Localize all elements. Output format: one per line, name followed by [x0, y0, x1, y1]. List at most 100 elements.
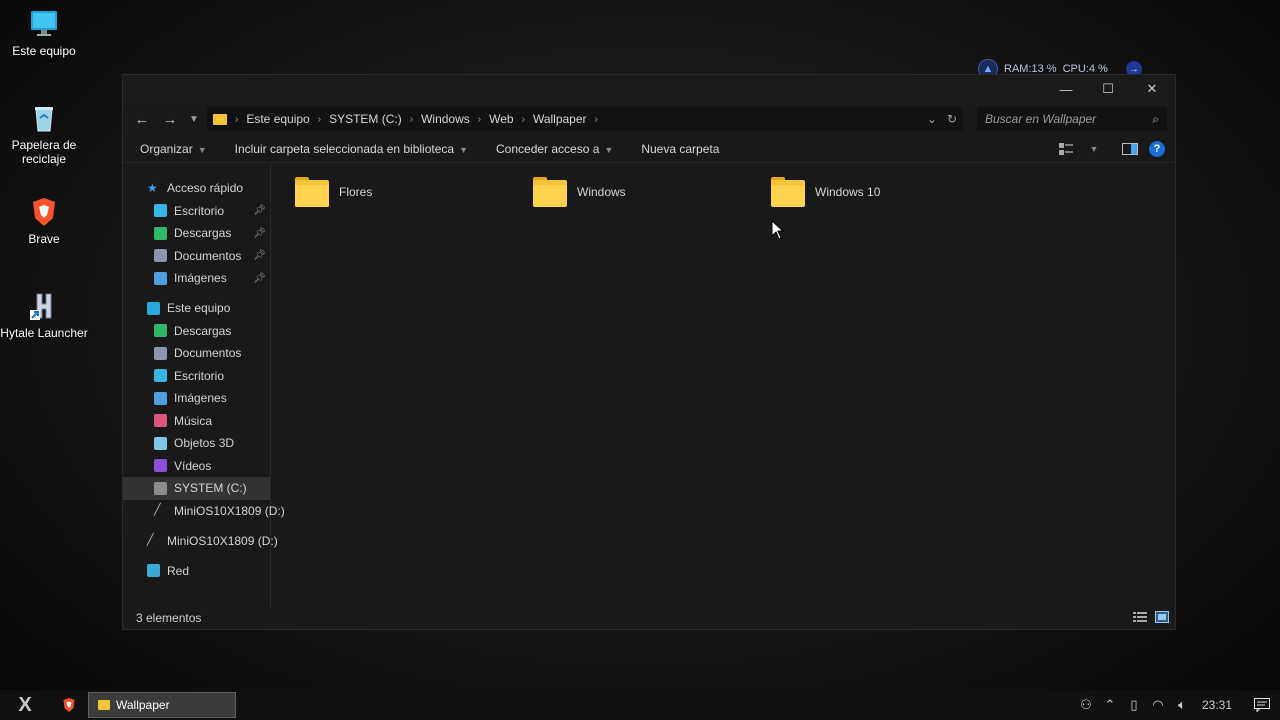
maximize-button[interactable]: ☐: [1087, 75, 1129, 103]
nav-label: MiniOS10X1809 (D:): [174, 503, 285, 518]
close-button[interactable]: ✕: [1131, 75, 1173, 103]
nav-quick-downloads[interactable]: Descargas 📌︎: [123, 222, 270, 245]
folder-item[interactable]: Windows: [533, 177, 626, 207]
nav-pc-pictures[interactable]: Imágenes: [123, 387, 270, 410]
item-count: 3 elementos: [136, 611, 202, 625]
taskbar-window-label: Wallpaper: [116, 698, 170, 712]
breadcrumb-item[interactable]: SYSTEM (C:): [329, 112, 402, 126]
desktop-icon-this-pc[interactable]: Este equipo: [0, 8, 88, 58]
share-button[interactable]: Conceder acceso a ▼: [496, 142, 613, 156]
breadcrumb-item[interactable]: Wallpaper: [533, 112, 587, 126]
breadcrumb-item[interactable]: Windows: [421, 112, 470, 126]
usb-drive-icon: ╱: [154, 504, 161, 517]
folder-item[interactable]: Flores: [295, 177, 372, 207]
file-list[interactable]: Flores Windows Windows 10: [271, 163, 1175, 607]
chevron-right-icon[interactable]: ›: [318, 114, 321, 125]
desktop-icon-label: Hytale Launcher: [0, 326, 88, 340]
breadcrumb-item[interactable]: Web: [489, 112, 513, 126]
start-button[interactable]: X: [0, 690, 50, 720]
nav-network[interactable]: Red: [123, 560, 270, 583]
address-row: ← → ▼ › Este equipo › SYSTEM (C:) › Wind…: [123, 103, 1175, 135]
nav-label: Objetos 3D: [174, 436, 235, 451]
chevron-right-icon[interactable]: ›: [235, 114, 238, 125]
folder-name: Windows 10: [815, 185, 881, 199]
notification-center-icon[interactable]: [1244, 698, 1280, 712]
network-icon: [147, 564, 160, 578]
search-box[interactable]: Buscar en Wallpaper ⌕: [977, 107, 1167, 131]
taskbar-window-wallpaper[interactable]: Wallpaper: [88, 692, 236, 718]
chevron-right-icon[interactable]: ›: [478, 114, 481, 125]
nav-pc-downloads[interactable]: Descargas: [123, 320, 270, 343]
new-folder-button[interactable]: Nueva carpeta: [641, 142, 719, 156]
address-bar[interactable]: › Este equipo › SYSTEM (C:) › Windows › …: [207, 107, 963, 131]
share-label: Conceder acceso a: [496, 141, 600, 156]
recycle-bin-icon: [35, 107, 53, 132]
folder-icon: [771, 177, 805, 207]
chevron-right-icon[interactable]: ›: [595, 114, 598, 125]
nav-pc-system-c[interactable]: SYSTEM (C:): [123, 477, 270, 500]
nav-pc-music[interactable]: Música: [123, 410, 270, 433]
refresh-icon[interactable]: ↻: [947, 112, 957, 126]
clock[interactable]: 23:31: [1194, 698, 1244, 712]
usb-drive-icon: ╱: [147, 534, 154, 547]
desktop-icon-brave[interactable]: Brave: [0, 196, 88, 246]
volume-icon[interactable]: 🔈︎: [1170, 690, 1194, 720]
brave-taskbar-icon[interactable]: [50, 690, 88, 720]
nav-pc-documents[interactable]: Documentos: [123, 342, 270, 365]
chevron-right-icon[interactable]: ›: [410, 114, 413, 125]
nav-label: Red: [167, 563, 190, 578]
desktop-icon-recycle-bin[interactable]: Papelera de reciclaje: [0, 102, 88, 166]
desktop-icon: [154, 204, 167, 218]
pin-icon[interactable]: 📌︎: [253, 205, 266, 216]
large-icons-view-icon[interactable]: [1155, 611, 1169, 623]
search-icon[interactable]: ⌕: [1152, 112, 1159, 127]
nav-this-pc[interactable]: Este equipo: [123, 297, 270, 320]
nav-quick-pictures[interactable]: Imágenes 📌︎: [123, 267, 270, 290]
back-arrow-icon[interactable]: ←: [131, 108, 153, 130]
recent-locations-chevron-icon[interactable]: ▼: [187, 108, 201, 130]
include-library-label: Incluir carpeta seleccionada en bibliote…: [234, 141, 455, 156]
command-bar: Organizar ▼ Incluir carpeta seleccionada …: [123, 135, 1175, 163]
file-explorer-window: — ☐ ✕ ← → ▼ › Este equipo › SYSTEM (C:) …: [122, 74, 1176, 630]
preview-pane-icon[interactable]: [1121, 140, 1139, 158]
nav-drive-d[interactable]: ╱ MiniOS10X1809 (D:): [123, 530, 278, 553]
minimize-button[interactable]: —: [1045, 75, 1087, 103]
address-history-chevron-icon[interactable]: ⌄: [927, 112, 937, 126]
pin-icon[interactable]: 📌︎: [253, 273, 266, 284]
details-view-icon[interactable]: [1133, 611, 1147, 623]
chevron-down-icon: ▼: [197, 144, 207, 155]
change-view-icon[interactable]: [1057, 140, 1075, 158]
usb-icon[interactable]: ▯: [1122, 690, 1146, 720]
star-icon: ★: [147, 180, 158, 195]
3d-objects-icon: [154, 436, 167, 450]
breadcrumb-item[interactable]: Este equipo: [246, 112, 309, 126]
navigation-pane[interactable]: ★ Acceso rápido Escritorio 📌︎ Descargas …: [123, 163, 285, 607]
people-icon[interactable]: ⚇: [1074, 690, 1098, 720]
view-options-chevron-icon[interactable]: ▼: [1085, 140, 1103, 158]
nav-pc-videos[interactable]: Vídeos: [123, 455, 270, 478]
pin-icon[interactable]: 📌︎: [253, 250, 266, 261]
nav-quick-documents[interactable]: Documentos 📌︎: [123, 245, 270, 268]
music-icon: [154, 414, 167, 428]
nav-pc-3d-objects[interactable]: Objetos 3D: [123, 432, 270, 455]
network-icon[interactable]: ◠: [1146, 690, 1170, 720]
taskbar: X Wallpaper ⚇ ⌃ ▯ ◠ 🔈︎ 23:31: [0, 690, 1280, 720]
chevron-right-icon[interactable]: ›: [522, 114, 525, 125]
toolbar-right-tools: ▼ ?: [1057, 140, 1165, 158]
nav-pc-desktop[interactable]: Escritorio: [123, 365, 270, 388]
title-bar[interactable]: — ☐ ✕: [123, 75, 1175, 103]
nav-pc-drive-d[interactable]: ╱ MiniOS10X1809 (D:): [123, 500, 285, 523]
organize-button[interactable]: Organizar ▼: [140, 142, 207, 156]
folder-item[interactable]: Windows 10: [771, 177, 880, 207]
forward-arrow-icon[interactable]: →: [159, 108, 181, 130]
help-icon[interactable]: ?: [1149, 141, 1165, 157]
include-library-button[interactable]: Incluir carpeta seleccionada en bibliote…: [235, 142, 468, 156]
desktop-icon-hytale[interactable]: Hytale Launcher: [0, 290, 88, 340]
monitor-icon: [147, 301, 160, 315]
chevron-up-icon[interactable]: ⌃: [1098, 690, 1122, 720]
pin-icon[interactable]: 📌︎: [253, 228, 266, 239]
nav-quick-desktop[interactable]: Escritorio 📌︎: [123, 200, 270, 223]
nav-quick-access[interactable]: ★ Acceso rápido: [123, 177, 270, 200]
address-bar-actions: ⌄ ↻: [927, 112, 957, 126]
nav-label: Este equipo: [167, 301, 231, 316]
